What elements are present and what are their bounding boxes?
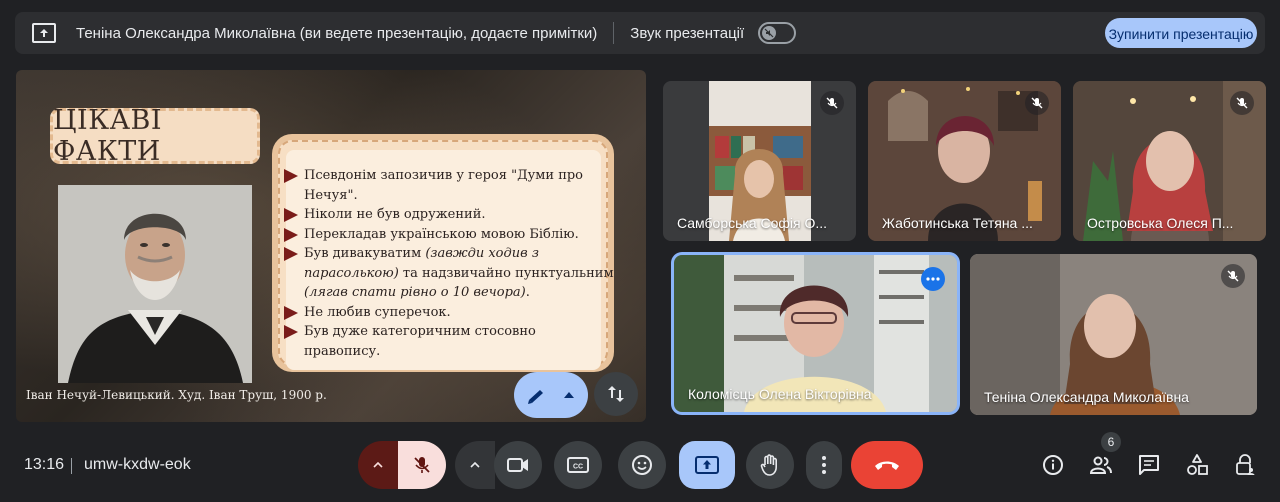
- present-screen-icon: [32, 23, 56, 43]
- participant-tile[interactable]: Самборська Софія О...: [663, 81, 856, 241]
- audio-settings-button[interactable]: [358, 441, 398, 489]
- portrait-image: [58, 185, 252, 383]
- emoji-icon: [632, 455, 652, 475]
- call-end-icon: [875, 461, 899, 470]
- leave-call-button[interactable]: [851, 441, 923, 489]
- people-button[interactable]: [1088, 452, 1114, 478]
- mic-toggle-button[interactable]: [398, 441, 446, 489]
- caret-up-icon: [373, 462, 383, 468]
- swap-layout-button[interactable]: [594, 372, 638, 416]
- participant-name: Островська Олеся П...: [1087, 215, 1234, 231]
- divider: [613, 22, 615, 44]
- video-settings-button[interactable]: [455, 441, 495, 489]
- caret-up-icon: [470, 462, 480, 468]
- arrow-bullet-icon: [284, 305, 298, 320]
- participant-tile[interactable]: Теніна Олександра Миколаївна: [970, 254, 1257, 415]
- reactions-button[interactable]: [618, 441, 666, 489]
- mic-off-icon: [1230, 91, 1254, 115]
- fact-item: Ніколи не був одружений.: [284, 205, 614, 225]
- divider: [71, 458, 72, 474]
- arrow-bullet-icon: [284, 208, 298, 222]
- present-now-button[interactable]: [679, 441, 735, 489]
- host-controls-button[interactable]: [1232, 452, 1258, 478]
- clock: 13:16: [24, 456, 65, 473]
- camera-toggle-button[interactable]: [494, 441, 542, 489]
- presentation-sound-toggle[interactable]: [758, 22, 797, 44]
- arrow-bullet-icon: [284, 227, 298, 242]
- raise-hand-button[interactable]: [746, 441, 794, 489]
- fact-item: Був дуже категоричним стосовно правопису…: [284, 322, 614, 361]
- meet-window: Теніна Олександра Миколаївна (ви ведете …: [0, 0, 1280, 502]
- mic-off-icon: [820, 91, 844, 115]
- hand-icon: [760, 454, 777, 476]
- arrow-bullet-icon: [284, 325, 298, 339]
- shapes-icon: [1187, 454, 1208, 475]
- people-icon: [1089, 456, 1112, 474]
- more-options-button[interactable]: [806, 441, 842, 489]
- facts-list: Псевдонім запозичив у героя "Думи про Не…: [284, 166, 614, 361]
- fact-item: Не любив суперечок.: [284, 303, 614, 323]
- videocam-icon: [507, 458, 528, 472]
- participant-tile-speaking[interactable]: Коломієць Олена Вікторівна: [674, 255, 957, 412]
- fact-item: Псевдонім запозичив у героя "Думи про Не…: [284, 166, 614, 205]
- chat-icon: [1139, 455, 1159, 475]
- participant-tile[interactable]: Жаботинська Тетяна ...: [868, 81, 1061, 241]
- mic-off-icon: [1221, 264, 1245, 288]
- captions-button[interactable]: CC: [554, 441, 602, 489]
- participant-tile[interactable]: Островська Олеся П...: [1073, 81, 1266, 241]
- meeting-code: umw-kxdw-eok: [84, 456, 191, 473]
- sound-off-icon: [762, 26, 777, 40]
- participant-name: Теніна Олександра Миколаївна: [984, 389, 1189, 405]
- annotate-button[interactable]: [514, 372, 588, 418]
- people-count-badge: 6: [1101, 432, 1121, 452]
- participant-name: Коломієць Олена Вікторівна: [688, 386, 872, 402]
- presentation-slide: ЦІКАВІ ФАКТИ Іван Нечуй-Левицький. Худ. …: [16, 70, 646, 422]
- presenter-status: Теніна Олександра Миколаївна (ви ведете …: [76, 24, 598, 42]
- participant-name: Самборська Софія О...: [677, 215, 828, 231]
- mic-off-icon: [414, 457, 430, 473]
- closed-captions-icon: CC: [567, 457, 589, 473]
- participant-name: Жаботинська Тетяна ...: [882, 215, 1033, 231]
- presentation-sound-label: Звук презентації: [630, 24, 745, 42]
- fact-item: Був дивакуватим (завжди ходив з парасоль…: [284, 244, 614, 303]
- more-options-icon[interactable]: [921, 267, 945, 291]
- swap-vert-icon: [608, 386, 624, 402]
- arrow-bullet-icon: [284, 169, 298, 183]
- more-vert-icon: [822, 456, 826, 474]
- meeting-details-button[interactable]: [1040, 452, 1066, 478]
- chat-button[interactable]: [1136, 452, 1162, 478]
- presenting-bar: Теніна Олександра Миколаївна (ви ведете …: [15, 12, 1265, 54]
- slide-title: ЦІКАВІ ФАКТИ: [53, 105, 163, 167]
- slide-title-box: ЦІКАВІ ФАКТИ: [50, 105, 260, 167]
- activities-button[interactable]: [1184, 452, 1210, 478]
- caret-up-icon: [564, 392, 574, 398]
- stop-presenting-button[interactable]: Зупинити презентацію: [1105, 18, 1257, 48]
- lock-person-icon: [1236, 454, 1255, 475]
- svg-text:CC: CC: [573, 464, 583, 471]
- portrait-caption: Іван Нечуй-Левицький. Худ. Іван Труш, 19…: [26, 388, 327, 402]
- fact-item: Перекладав українською мовою Біблію.: [284, 225, 614, 245]
- present-to-all-icon: [695, 456, 719, 474]
- mic-off-icon: [1025, 91, 1049, 115]
- arrow-bullet-icon: [284, 247, 298, 261]
- info-icon: [1043, 455, 1063, 475]
- pen-sparkle-icon: [528, 390, 543, 404]
